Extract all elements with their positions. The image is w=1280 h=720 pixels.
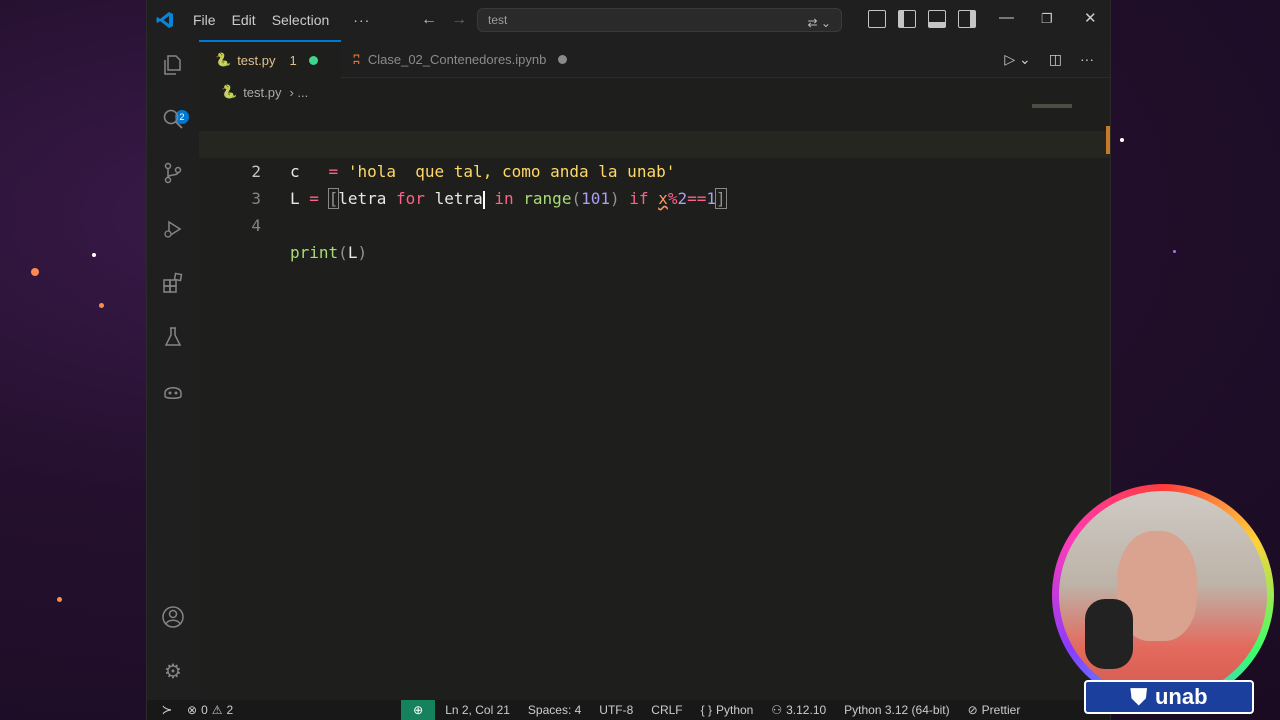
language-mode[interactable]: { } Python [701,703,754,717]
star-decoration [1120,138,1124,142]
presenter-video [1059,491,1267,699]
prettier-label: Prettier [981,703,1021,717]
toggle-secondary-sidebar-icon[interactable] [958,10,976,28]
brand-shield-icon: ⛊ [1130,684,1147,709]
brand-logo: ⛊ unab [1084,680,1254,714]
star-decoration [57,597,62,602]
line-number: 4 [251,216,261,235]
token: print [290,243,339,262]
python-version[interactable]: ⚇ 3.12.10 [771,703,826,717]
star-decoration [92,253,96,257]
python-version-label: 3.12.10 [786,703,827,717]
breadcrumb: 🐍 test.py › ... [221,82,308,102]
tab-label: Clase_02_Contenedores.ipynb [367,51,547,67]
copilot-chevron-icon[interactable]: ⇄ ⌄ [808,12,831,34]
notebook-file-icon: ʭ [353,51,360,67]
error-count: 0 [201,703,208,717]
zoom-icon[interactable]: ⊕ [401,700,436,720]
search-icon[interactable] [160,106,186,132]
token: L [347,243,358,262]
toggle-panel-icon[interactable] [928,10,946,28]
copilot-icon[interactable] [160,378,186,404]
token: ( [338,243,348,262]
menu-more-button[interactable]: ··· [353,12,370,28]
split-editor-icon[interactable]: ◫ [1049,51,1062,68]
unsaved-dot-icon[interactable] [558,54,568,64]
testing-flask-icon[interactable] [160,324,186,350]
restore-icon[interactable]: ❐ [1041,11,1053,27]
code-editor[interactable]: 1 c = 'hola que tal, como anda la unab' … [199,104,1110,700]
language-label: Python [716,703,754,717]
interpreter[interactable]: Python 3.12 (64-bit) [844,703,949,717]
minimap[interactable] [1032,104,1072,108]
command-center-search[interactable]: test ⇄ ⌄ [477,8,842,32]
editor-actions: ▷ ⌄ ◫ ··· [1004,51,1094,68]
code-line[interactable]: 4 print(L) [199,185,1110,262]
explorer-icon[interactable] [160,52,186,78]
menu-selection[interactable]: Selection [272,12,330,28]
end-of-line[interactable]: CRLF [651,703,682,717]
more-actions-icon[interactable]: ··· [1080,51,1094,68]
unsaved-dot-icon[interactable] [308,55,318,65]
extensions-icon[interactable] [160,270,186,296]
vscode-window: File Edit Selection ··· ← → test ⇄ ⌄ — ❐… [146,0,1111,720]
forward-arrow-icon[interactable]: → [451,11,467,29]
source-control-icon[interactable] [160,160,186,186]
encoding[interactable]: UTF-8 [599,703,633,717]
gear-icon[interactable]: ⚙ [160,658,186,684]
indentation[interactable]: Spaces: 4 [528,703,581,717]
menu-file[interactable]: File [193,12,216,28]
problems-indicator[interactable]: ⊗ 0 ⚠ 2 [187,703,233,717]
status-bar: ≻ ⊗ 0 ⚠ 2 ⊕ Ln 2, Col 21 Spaces: 4 UTF-8… [147,700,1110,720]
python-file-icon: 🐍 [221,84,238,99]
microphone-icon [1085,599,1133,669]
command-center-text: test [488,13,508,27]
run-debug-icon[interactable] [160,216,186,242]
tab-problem-count: 1 [289,52,297,68]
star-decoration [31,268,39,276]
code-line-current[interactable]: 2 L = [letra for letra in range(101) if … [199,131,1110,209]
prettier[interactable]: ⊘ Prettier [968,703,1021,717]
minimize-icon[interactable]: — [999,9,1014,26]
code-line[interactable]: 1 c = 'hola que tal, como anda la unab' [199,104,1110,181]
title-bar: File Edit Selection ··· ← → test ⇄ ⌄ — ❐… [147,0,1110,40]
warning-icon: ⚠ [211,703,223,717]
code-text: print(L) [290,239,367,266]
tab-notebook[interactable]: ʭ Clase_02_Contenedores.ipynb [341,40,641,78]
tab-label: test.py [237,52,276,68]
activity-bar: 2 ⚙ [147,40,199,700]
tab-test-py[interactable]: 🐍 test.py 1 [199,40,341,78]
star-decoration [1173,250,1176,253]
star-decoration [99,303,104,308]
editor-tab-bar: 🐍 test.py 1 ʭ Clase_02_Contenedores.ipyn… [199,40,1110,78]
run-file-icon[interactable]: ▷ ⌄ [1004,51,1030,68]
brand-text: unab [1154,684,1208,709]
error-icon: ⊗ [187,703,198,717]
remote-indicator-icon[interactable]: ≻ [147,700,187,720]
customize-layout-icon[interactable] [868,10,886,28]
breadcrumb-file[interactable]: test.py [243,85,281,100]
breadcrumb-trail[interactable]: › ... [289,85,308,100]
account-icon[interactable] [160,604,186,630]
scrollbar-marker[interactable] [1106,126,1110,154]
code-line[interactable]: 3 [199,158,1110,208]
cursor-position[interactable]: Ln 2, Col 21 [445,703,510,717]
webcam-overlay [1052,484,1274,706]
toggle-primary-sidebar-icon[interactable] [898,10,916,28]
prettier-disabled-icon: ⊘ [967,703,978,717]
vscode-logo-icon [155,10,175,30]
braces-icon: { } [700,703,712,717]
python-env-icon: ⚇ [771,703,783,717]
token: ) [357,243,368,262]
python-file-icon: 🐍 [215,52,232,67]
close-window-icon[interactable]: ✕ [1084,9,1097,27]
menu-edit[interactable]: Edit [232,12,256,28]
back-arrow-icon[interactable]: ← [421,11,437,29]
warning-count: 2 [226,703,234,717]
